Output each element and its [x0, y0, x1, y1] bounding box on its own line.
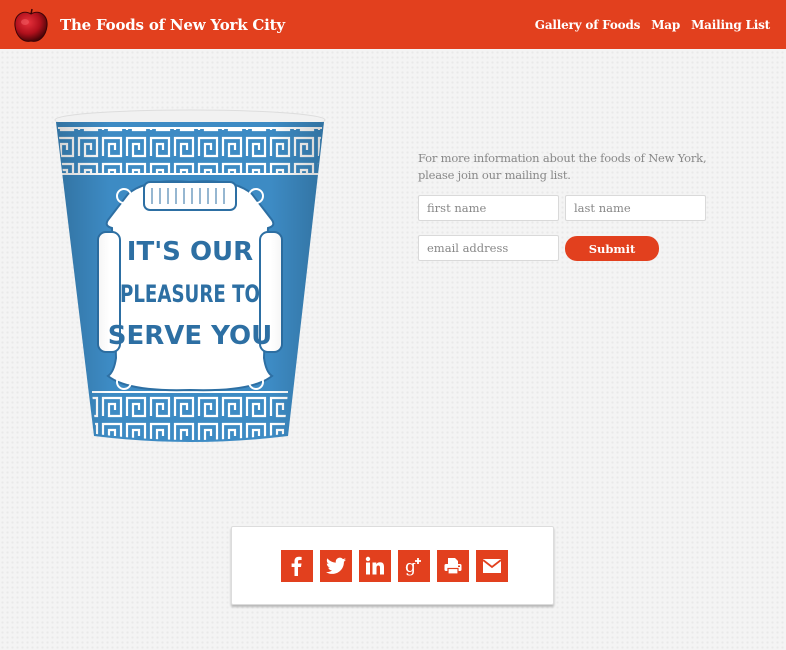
- main-nav: Gallery of Foods Map Mailing List: [524, 0, 770, 49]
- twitter-icon: [326, 557, 346, 574]
- mailing-list-signup: For more information about the foods of …: [418, 150, 718, 184]
- share-facebook-button[interactable]: [281, 550, 313, 582]
- share-twitter-button[interactable]: [320, 550, 352, 582]
- share-buttons: g: [281, 550, 508, 582]
- nav-map[interactable]: Map: [651, 18, 680, 32]
- share-linkedin-button[interactable]: [359, 550, 391, 582]
- email-icon: [482, 559, 502, 573]
- submit-button[interactable]: Submit: [565, 236, 659, 261]
- site-title: The Foods of New York City: [60, 15, 285, 34]
- signup-intro-line-1: For more information about the foods of …: [418, 151, 707, 165]
- share-email-button[interactable]: [476, 550, 508, 582]
- svg-text:g: g: [405, 557, 416, 577]
- brand-link[interactable]: The Foods of New York City: [11, 5, 285, 45]
- signup-intro-line-2: please join our mailing list.: [418, 168, 571, 182]
- google-plus-icon: g: [405, 557, 421, 577]
- email-input[interactable]: [418, 235, 559, 261]
- last-name-input[interactable]: [565, 195, 706, 221]
- nav-mailing-list[interactable]: Mailing List: [691, 18, 770, 32]
- signup-intro: For more information about the foods of …: [418, 150, 718, 184]
- share-panel: g: [231, 526, 554, 605]
- coffee-cup-image: IT'S OUR PLEASURE TO SERVE YOU: [52, 108, 328, 452]
- nav-gallery-of-foods[interactable]: Gallery of Foods: [535, 18, 641, 32]
- first-name-input[interactable]: [418, 195, 559, 221]
- facebook-icon: [291, 556, 302, 576]
- share-print-button[interactable]: [437, 550, 469, 582]
- top-navbar: The Foods of New York City Gallery of Fo…: [0, 0, 786, 49]
- linkedin-icon: [365, 556, 384, 575]
- print-icon: [444, 558, 462, 575]
- apple-icon: [11, 5, 51, 45]
- share-google-plus-button[interactable]: g: [398, 550, 430, 582]
